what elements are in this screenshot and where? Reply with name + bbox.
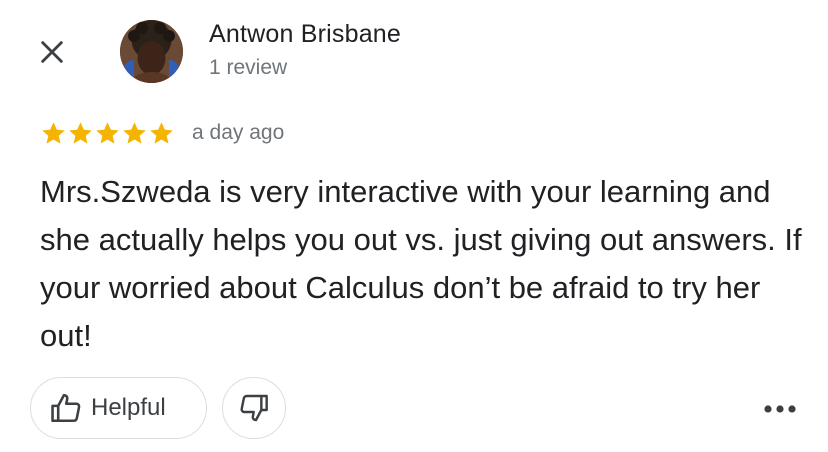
more-options-button[interactable] (760, 395, 800, 423)
author-review-count: 1 review (209, 56, 288, 79)
star-icon (96, 121, 119, 144)
thumbs-down-icon (240, 394, 268, 422)
star-icon (123, 121, 146, 144)
star-rating (40, 120, 175, 147)
more-horizontal-icon (764, 405, 796, 413)
star-icon (42, 121, 65, 144)
helpful-label: Helpful (91, 394, 166, 421)
review-time: a day ago (192, 121, 285, 144)
review-text: Mrs.Szweda is very interactive with your… (40, 174, 802, 353)
avatar[interactable] (120, 20, 183, 83)
avatar-image (120, 20, 183, 83)
thumbs-up-icon (51, 393, 81, 423)
close-button[interactable] (30, 30, 74, 74)
helpful-button[interactable]: Helpful (30, 377, 207, 439)
close-icon (41, 41, 63, 63)
star-icon (69, 121, 92, 144)
rating-row: a day ago (40, 118, 284, 148)
not-helpful-button[interactable] (222, 377, 286, 439)
author-name[interactable]: Antwon Brisbane (209, 20, 401, 49)
star-icon (150, 121, 173, 144)
